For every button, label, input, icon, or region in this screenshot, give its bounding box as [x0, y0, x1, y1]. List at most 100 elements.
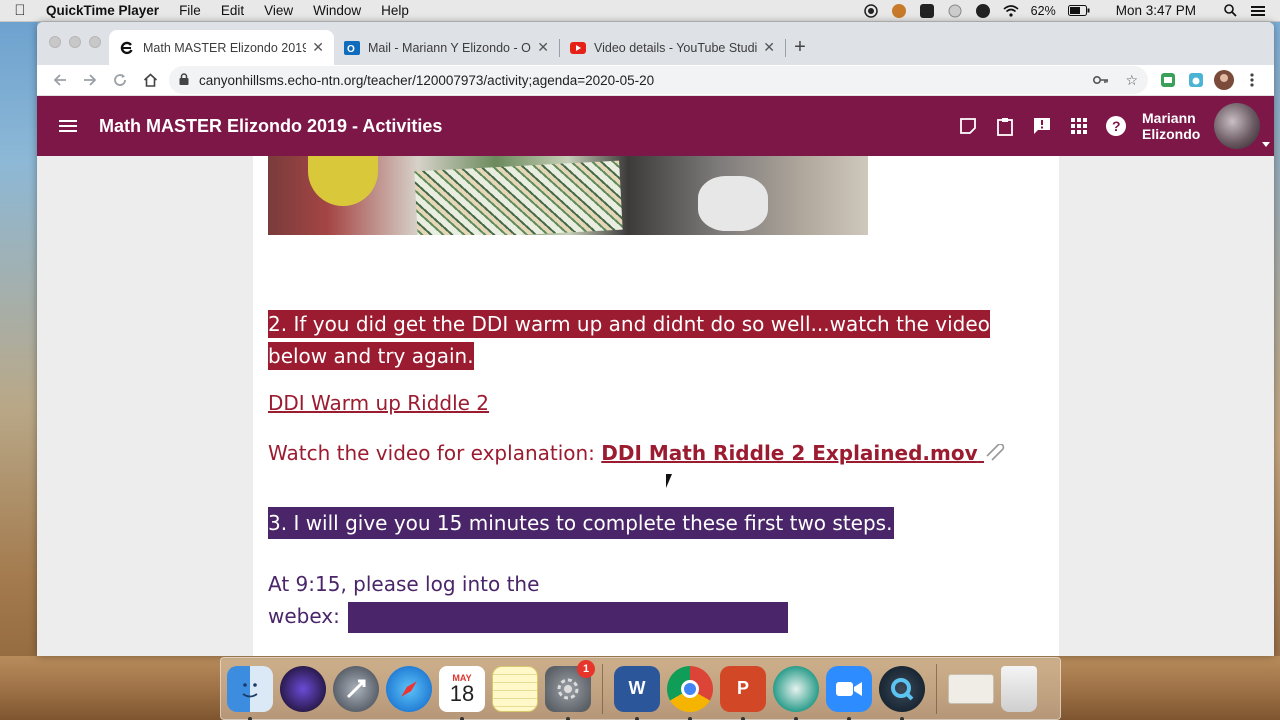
- menu-clock[interactable]: Mon 3:47 PM: [1116, 3, 1196, 18]
- step-2-instruction: 2. If you did get the DDI warm up and di…: [268, 308, 1025, 372]
- running-indicator: [794, 716, 798, 720]
- step-2-text: 2. If you did get the DDI warm up and di…: [268, 310, 990, 370]
- clipboard-icon[interactable]: [995, 116, 1015, 136]
- camera-status-icon[interactable]: [919, 3, 935, 19]
- tab-youtube-studio[interactable]: Video details - YouTube Studio ✕: [560, 30, 785, 65]
- outlook-icon: O: [344, 40, 360, 56]
- forward-icon[interactable]: [75, 66, 105, 94]
- word-icon[interactable]: W: [614, 665, 660, 720]
- menu-extras: 62% Mon 3:47 PM: [863, 3, 1280, 19]
- help-icon[interactable]: ?: [1106, 116, 1126, 136]
- photo-detail: [308, 156, 378, 206]
- photo-detail: [698, 176, 768, 231]
- app-header: Math MASTER Elizondo 2019 - Activities ?…: [37, 96, 1274, 156]
- window-controls: [49, 36, 101, 48]
- safari-icon[interactable]: [386, 665, 432, 712]
- menu-bar:  QuickTime Player File Edit View Window…: [0, 0, 1280, 22]
- feedback-icon[interactable]: [1032, 116, 1052, 136]
- svg-text:O: O: [347, 44, 355, 55]
- user-first-name: Mariann: [1142, 110, 1196, 126]
- spotlight-icon[interactable]: [1222, 3, 1238, 19]
- key-icon[interactable]: [1093, 72, 1109, 89]
- notes-icon[interactable]: [492, 665, 538, 712]
- launchpad-icon[interactable]: [333, 665, 379, 712]
- cloud-extension-icon[interactable]: [1182, 66, 1210, 94]
- menu-help[interactable]: Help: [371, 3, 419, 18]
- running-indicator: [900, 716, 904, 720]
- close-window-button[interactable]: [49, 36, 61, 48]
- webex-line-1: At 9:15, please log into the: [268, 572, 540, 596]
- search-tool-icon[interactable]: [947, 3, 963, 19]
- close-tab-icon[interactable]: ✕: [312, 39, 324, 56]
- zoom-icon[interactable]: [826, 665, 872, 720]
- siri-icon[interactable]: [280, 665, 326, 712]
- svg-text:?: ?: [1112, 118, 1121, 134]
- apple-menu-icon[interactable]: : [0, 2, 40, 19]
- battery-icon[interactable]: [1067, 3, 1090, 19]
- address-bar-actions: ☆: [1093, 72, 1138, 89]
- url-text: canyonhillsms.echo-ntn.org/teacher/12000…: [199, 72, 655, 88]
- sync-status-icon[interactable]: [975, 3, 991, 19]
- reload-icon[interactable]: [105, 66, 135, 94]
- tab-title: Mail - Mariann Y Elizondo - Ou: [368, 40, 532, 55]
- finder-icon[interactable]: [227, 665, 273, 720]
- preview-document-icon[interactable]: [948, 673, 994, 704]
- menu-app-name[interactable]: QuickTime Player: [40, 3, 169, 18]
- running-indicator: [248, 716, 252, 720]
- user-avatar[interactable]: [1214, 103, 1270, 149]
- photo-detail: [414, 160, 623, 235]
- trash-icon[interactable]: [1001, 665, 1037, 712]
- video-attachment-link[interactable]: DDI Math Riddle 2 Explained.mov: [601, 441, 977, 465]
- browser-menu-icon[interactable]: [1238, 66, 1266, 94]
- dock-separator: [602, 663, 603, 714]
- tab-title: Math MASTER Elizondo 2019 -: [143, 40, 307, 55]
- powerpoint-icon[interactable]: P: [720, 665, 766, 720]
- menu-window[interactable]: Window: [303, 3, 371, 18]
- tab-title: Video details - YouTube Studio: [594, 40, 758, 55]
- bookmark-star-icon[interactable]: ☆: [1125, 72, 1138, 89]
- battery-percent: 62%: [1030, 3, 1056, 18]
- screen-recorder-icon[interactable]: [773, 665, 819, 720]
- home-icon[interactable]: [135, 66, 165, 94]
- menu-file[interactable]: File: [169, 3, 211, 18]
- watch-video-line: Watch the video for explanation: DDI Mat…: [268, 441, 1006, 465]
- tab-bar: Math MASTER Elizondo 2019 - ✕ O Mail - M…: [37, 22, 1274, 65]
- page-title: Math MASTER Elizondo 2019 - Activities: [99, 115, 443, 136]
- riddle-link[interactable]: DDI Warm up Riddle 2: [268, 391, 489, 415]
- running-indicator: [460, 716, 464, 720]
- address-bar[interactable]: canyonhillsms.echo-ntn.org/teacher/12000…: [169, 66, 1148, 94]
- minimize-window-button[interactable]: [69, 36, 81, 48]
- calendar-icon[interactable]: MAY 18: [439, 665, 485, 720]
- running-indicator: [688, 716, 692, 720]
- redacted-webex-link: [348, 602, 788, 633]
- sticky-note-icon[interactable]: [958, 116, 978, 136]
- wifi-icon[interactable]: [1003, 3, 1019, 19]
- menu-view[interactable]: View: [254, 3, 303, 18]
- record-status-icon[interactable]: [863, 3, 879, 19]
- header-actions: ?: [958, 116, 1126, 136]
- user-status-icon[interactable]: [891, 3, 907, 19]
- hamburger-menu-icon[interactable]: [37, 119, 99, 133]
- close-tab-icon[interactable]: ✕: [763, 39, 775, 56]
- user-name[interactable]: Mariann Elizondo: [1142, 110, 1212, 142]
- close-tab-icon[interactable]: ✕: [537, 39, 549, 56]
- profile-avatar[interactable]: [1210, 66, 1238, 94]
- new-tab-button[interactable]: +: [786, 30, 814, 65]
- notification-center-icon[interactable]: [1250, 3, 1266, 19]
- menu-edit[interactable]: Edit: [211, 3, 254, 18]
- back-icon[interactable]: [45, 66, 75, 94]
- tab-math-master[interactable]: Math MASTER Elizondo 2019 - ✕: [109, 30, 334, 65]
- apps-grid-icon[interactable]: [1069, 116, 1089, 136]
- paperclip-icon: [978, 441, 1006, 465]
- zoom-window-button[interactable]: [89, 36, 101, 48]
- quicktime-icon[interactable]: [879, 665, 925, 720]
- printer-extension-icon[interactable]: [1154, 66, 1182, 94]
- calendar-day: 18: [449, 680, 475, 706]
- system-preferences-icon[interactable]: 1: [545, 659, 595, 720]
- tab-mail[interactable]: O Mail - Mariann Y Elizondo - Ou ✕: [334, 30, 559, 65]
- chrome-icon[interactable]: [667, 665, 713, 720]
- running-indicator: [847, 716, 851, 720]
- dock: MAY 18 1 W P: [220, 657, 1061, 720]
- lock-icon[interactable]: [179, 72, 189, 88]
- desktop-background-left: [0, 22, 37, 720]
